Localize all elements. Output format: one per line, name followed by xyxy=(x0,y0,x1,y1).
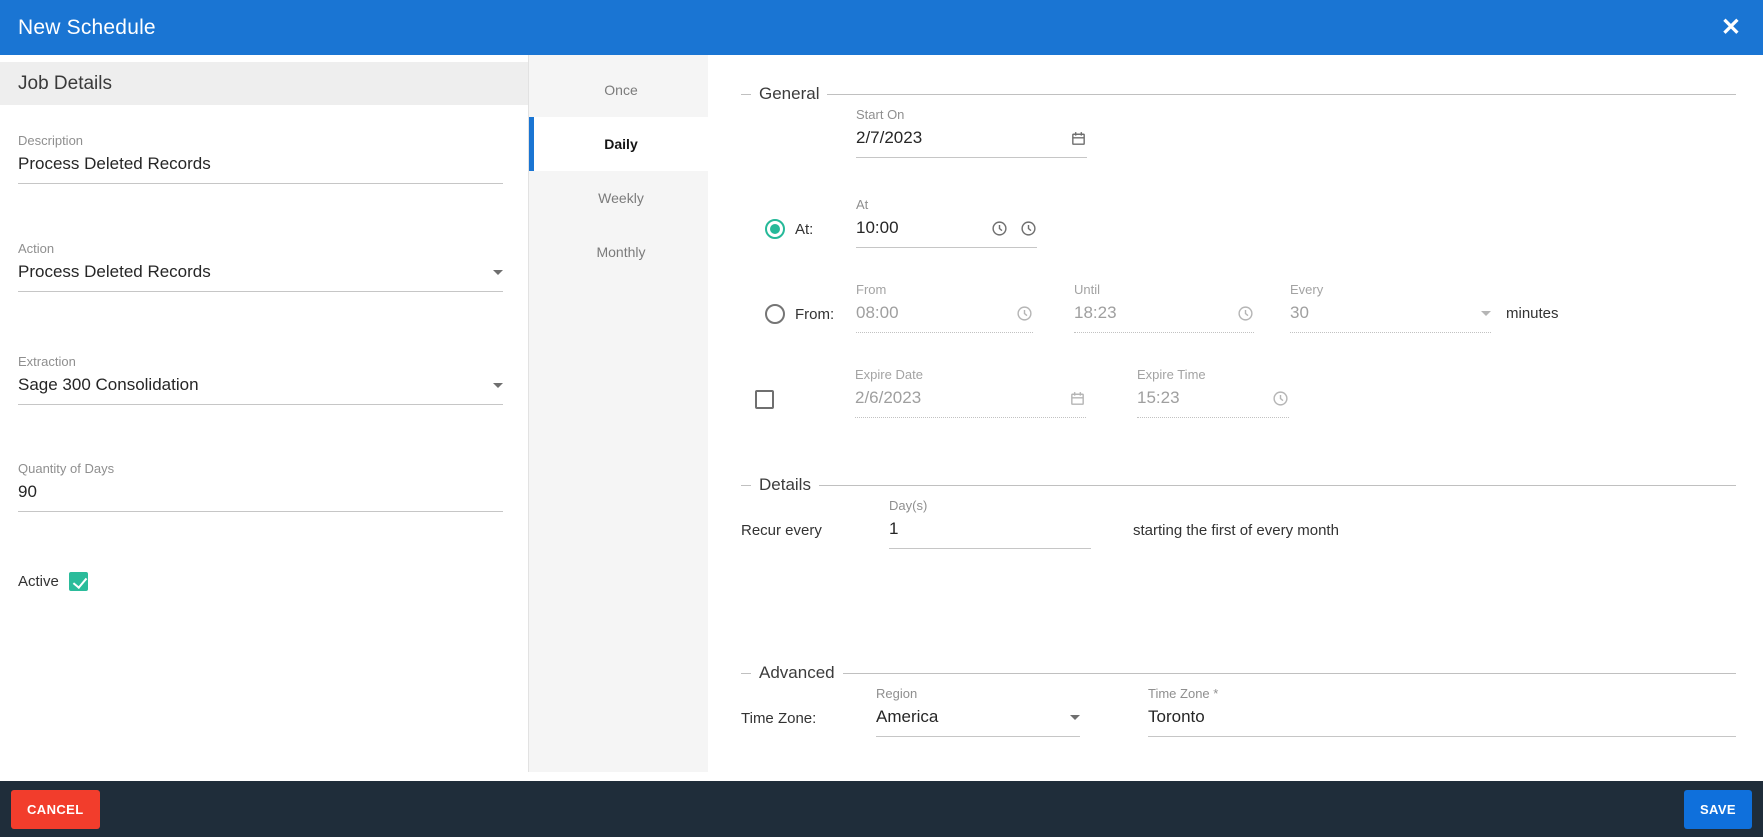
extraction-select[interactable]: Sage 300 Consolidation xyxy=(18,374,485,396)
extraction-label: Extraction xyxy=(18,354,503,369)
clock-icon[interactable] xyxy=(1237,305,1254,322)
start-on-label: Start On xyxy=(856,107,1087,122)
description-field: Description Process Deleted Records xyxy=(18,133,503,184)
clock-icon[interactable] xyxy=(991,220,1008,237)
general-legend: General xyxy=(751,83,827,105)
description-input[interactable]: Process Deleted Records xyxy=(18,153,503,175)
clock-icon[interactable] xyxy=(1272,390,1289,407)
until-time-label: Until xyxy=(1074,282,1254,297)
active-checkbox[interactable] xyxy=(69,572,88,591)
action-select[interactable]: Process Deleted Records xyxy=(18,261,485,283)
at-radio-label: At: xyxy=(795,221,813,238)
quantity-of-days-input[interactable]: 90 xyxy=(18,481,503,503)
advanced-section: Advanced Time Zone: Region America Time … xyxy=(741,673,1736,737)
description-label: Description xyxy=(18,133,503,148)
action-label: Action xyxy=(18,241,503,256)
dialog-header: New Schedule ✕ xyxy=(0,0,1763,55)
clock-icon[interactable] xyxy=(1016,305,1033,322)
from-radio-option: From: xyxy=(765,304,856,333)
region-label: Region xyxy=(876,686,1080,701)
time-zone-field: Time Zone * Toronto xyxy=(1148,686,1736,737)
active-label: Active xyxy=(18,573,59,590)
time-zone-input[interactable]: Toronto xyxy=(1148,706,1736,728)
dialog-title: New Schedule xyxy=(18,16,156,40)
from-time-input[interactable]: 08:00 xyxy=(856,302,1010,324)
at-time-field: At 10:00 xyxy=(856,197,1037,248)
region-select[interactable]: America xyxy=(876,706,1062,728)
tab-weekly[interactable]: Weekly xyxy=(529,171,708,225)
from-radio[interactable] xyxy=(765,304,785,324)
expire-date-label: Expire Date xyxy=(855,367,1086,382)
details-legend: Details xyxy=(751,474,819,496)
new-schedule-dialog: New Schedule ✕ Job Details Description P… xyxy=(0,0,1763,837)
minutes-text: minutes xyxy=(1506,305,1559,333)
tab-daily[interactable]: Daily xyxy=(529,117,708,171)
expire-date-input[interactable]: 2/6/2023 xyxy=(855,387,1063,409)
time-zone-label: Time Zone * xyxy=(1148,686,1736,701)
extraction-field: Extraction Sage 300 Consolidation xyxy=(18,354,503,405)
calendar-icon[interactable] xyxy=(1069,390,1086,407)
recur-suffix-text: starting the first of every month xyxy=(1133,522,1339,549)
at-time-label: At xyxy=(856,197,1037,212)
advanced-legend: Advanced xyxy=(751,662,843,684)
start-on-field: Start On 2/7/2023 xyxy=(856,107,1087,158)
chevron-down-icon[interactable] xyxy=(1481,311,1491,316)
from-time-field: From 08:00 xyxy=(856,282,1033,333)
time-zone-text: Time Zone: xyxy=(741,710,876,737)
quantity-of-days-label: Quantity of Days xyxy=(18,461,503,476)
cancel-button[interactable]: CANCEL xyxy=(11,790,100,829)
expire-time-field: Expire Time 15:23 xyxy=(1137,367,1289,418)
expire-checkbox-wrap xyxy=(755,390,774,418)
recur-days-label: Day(s) xyxy=(889,498,1091,513)
chevron-down-icon[interactable] xyxy=(1070,715,1080,720)
every-field: Every 30 xyxy=(1290,282,1491,333)
close-icon[interactable]: ✕ xyxy=(1721,16,1741,40)
recur-days-input[interactable]: 1 xyxy=(889,518,1091,540)
until-time-input[interactable]: 18:23 xyxy=(1074,302,1231,324)
active-row: Active xyxy=(18,572,503,591)
dialog-footer: CANCEL SAVE xyxy=(0,781,1763,837)
recur-days-field: Day(s) 1 xyxy=(889,498,1091,549)
schedule-settings-panel: General Start On 2/7/2023 xyxy=(708,55,1763,772)
calendar-icon[interactable] xyxy=(1070,130,1087,147)
every-label: Every xyxy=(1290,282,1491,297)
details-section: Details Recur every Day(s) 1 starting th… xyxy=(741,485,1736,549)
expire-checkbox[interactable] xyxy=(755,390,774,409)
expire-time-input[interactable]: 15:23 xyxy=(1137,387,1266,409)
chevron-down-icon[interactable] xyxy=(493,383,503,388)
at-time-input[interactable]: 10:00 xyxy=(856,217,985,239)
job-details-heading: Job Details xyxy=(0,62,528,105)
expire-date-field: Expire Date 2/6/2023 xyxy=(855,367,1086,418)
every-select[interactable]: 30 xyxy=(1290,302,1473,324)
tab-once[interactable]: Once xyxy=(529,63,708,117)
tab-monthly[interactable]: Monthly xyxy=(529,225,708,279)
clock-icon[interactable] xyxy=(1020,220,1037,237)
quantity-of-days-field: Quantity of Days 90 xyxy=(18,461,503,512)
expire-time-label: Expire Time xyxy=(1137,367,1289,382)
from-radio-label: From: xyxy=(795,306,834,323)
general-section: General Start On 2/7/2023 xyxy=(741,94,1736,418)
action-field: Action Process Deleted Records xyxy=(18,241,503,292)
region-field: Region America xyxy=(876,686,1080,737)
job-details-panel: Job Details Description Process Deleted … xyxy=(0,55,529,772)
save-button[interactable]: SAVE xyxy=(1684,790,1752,829)
at-radio-option: At: xyxy=(765,219,856,248)
recur-every-text: Recur every xyxy=(741,522,889,549)
start-on-input[interactable]: 2/7/2023 xyxy=(856,127,1064,149)
chevron-down-icon[interactable] xyxy=(493,270,503,275)
at-radio[interactable] xyxy=(765,219,785,239)
recurrence-tabs: Once Daily Weekly Monthly xyxy=(529,55,708,772)
dialog-body: Job Details Description Process Deleted … xyxy=(0,55,1763,781)
until-time-field: Until 18:23 xyxy=(1074,282,1254,333)
from-time-label: From xyxy=(856,282,1033,297)
